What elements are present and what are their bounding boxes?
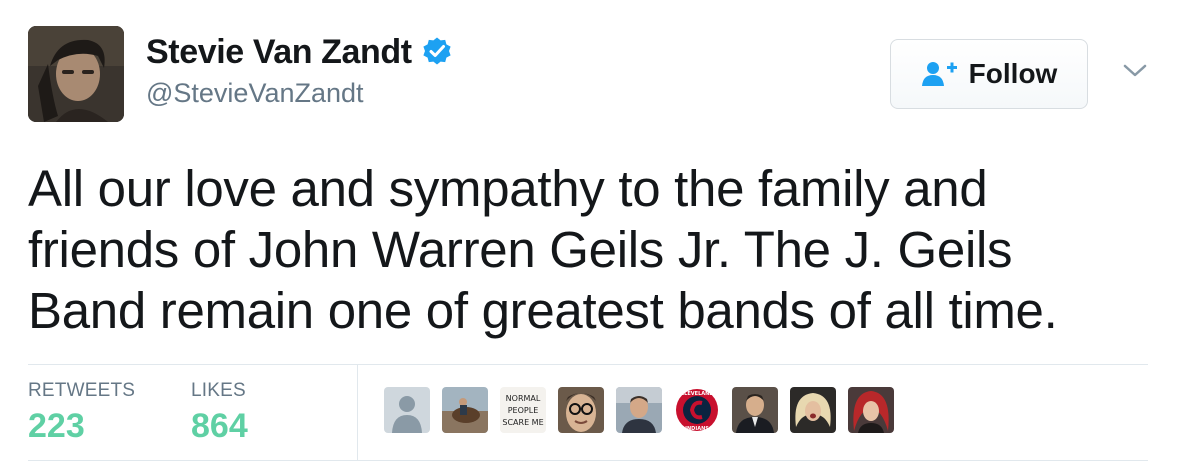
- tweet-text-line: All our love and sympathy to the family …: [28, 160, 988, 217]
- verified-badge-icon: [421, 36, 453, 68]
- likes-stat[interactable]: LIKES 864: [191, 380, 248, 446]
- tweet-text: All our love and sympathy to the family …: [28, 158, 1138, 341]
- default-avatar[interactable]: [384, 387, 430, 433]
- man-portrait-avatar[interactable]: [616, 387, 662, 433]
- normal-people-line-2: PEOPLE: [508, 406, 539, 415]
- logo-text-top: CLEVELAND: [681, 391, 714, 397]
- add-user-icon: [921, 60, 959, 88]
- chevron-down-icon[interactable]: [1122, 62, 1148, 80]
- normal-people-line-3: SCARE ME: [502, 418, 543, 427]
- author-avatar[interactable]: [28, 26, 124, 122]
- normal-people-line-1: NORMAL: [506, 394, 541, 403]
- horse-photo-avatar[interactable]: [442, 387, 488, 433]
- cleveland-indians-logo-avatar[interactable]: CLEVELAND INDIANS: [674, 387, 720, 433]
- glasses-man-avatar[interactable]: [558, 387, 604, 433]
- stats-divider-bottom: [28, 460, 1148, 461]
- likes-label: LIKES: [191, 380, 246, 401]
- author-display-name[interactable]: Stevie Van Zandt: [146, 33, 412, 72]
- logo-text-bottom: INDIANS: [685, 426, 709, 432]
- retweets-label: RETWEETS: [28, 380, 136, 401]
- author-name-row: Stevie Van Zandt: [146, 30, 453, 74]
- man-suit-avatar[interactable]: [732, 387, 778, 433]
- retweets-count: 223: [28, 407, 85, 445]
- blonde-singer-avatar[interactable]: [790, 387, 836, 433]
- red-hair-avatar[interactable]: [848, 387, 894, 433]
- follow-label: Follow: [968, 58, 1058, 89]
- follow-button[interactable]: Follow: [890, 39, 1088, 109]
- tweet-text-line: friends of John Warren Geils Jr. The J. …: [28, 221, 1013, 278]
- stats-separator: [357, 364, 358, 460]
- normal-people-scare-me-avatar[interactable]: NORMAL PEOPLE SCARE ME: [500, 387, 546, 433]
- retweets-stat[interactable]: RETWEETS 223: [28, 380, 135, 446]
- liker-avatars: NORMAL PEOPLE SCARE ME CLEVELAND INDIANS: [384, 387, 906, 433]
- author-handle[interactable]: @StevieVanZandt: [146, 78, 364, 109]
- stats-divider-top: [28, 364, 1148, 365]
- likes-count: 864: [191, 407, 248, 445]
- tweet-text-line: Band remain one of greatest bands of all…: [28, 282, 1058, 339]
